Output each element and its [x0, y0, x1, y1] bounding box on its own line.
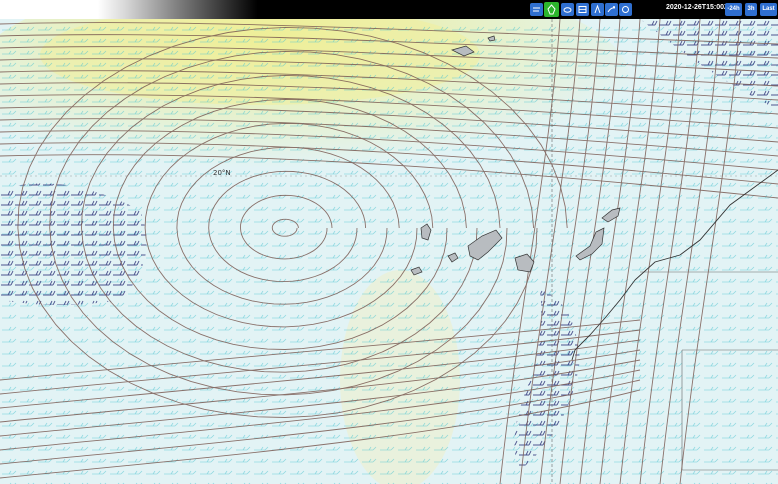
settings-tool-button[interactable]	[619, 3, 632, 16]
settings-icon	[622, 6, 629, 13]
toolbar-fade	[0, 0, 444, 19]
cloud-tool-button[interactable]	[561, 3, 574, 16]
timestamp-label: 2020-12-26T15:00Z	[666, 4, 729, 11]
pressure-tool-button[interactable]	[591, 3, 604, 16]
wind-tool-button[interactable]	[530, 3, 543, 16]
layers-tool-button[interactable]	[576, 3, 589, 16]
layers-icon	[578, 6, 587, 13]
forward-3h-button[interactable]: 3h	[745, 3, 757, 16]
weather-map[interactable]	[0, 0, 778, 484]
pressure-icon	[594, 4, 601, 14]
wind-icon	[533, 7, 540, 12]
back-24h-button[interactable]: -24h	[725, 3, 742, 16]
streamline-tool-button[interactable]	[544, 2, 559, 17]
front-icon	[607, 6, 616, 13]
last-button[interactable]: Last	[760, 3, 777, 16]
cloud-icon	[563, 7, 572, 13]
front-tool-button[interactable]	[605, 3, 618, 16]
streamline-icon	[547, 4, 556, 15]
top-toolbar: 2020-12-26T15:00Z -24h 3h Last	[0, 0, 778, 19]
latitude-label: 20°N	[213, 169, 231, 177]
